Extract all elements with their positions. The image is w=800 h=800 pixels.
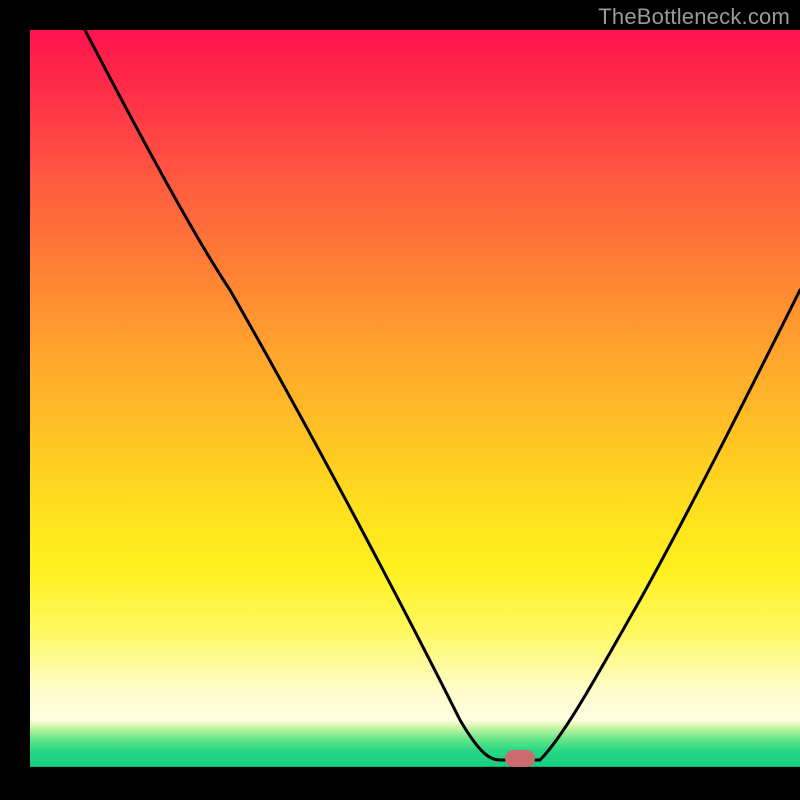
bottleneck-curve [30, 30, 800, 780]
chart-frame: TheBottleneck.com [0, 0, 800, 800]
optimal-marker [505, 750, 535, 767]
curve-right-branch [540, 290, 800, 760]
curve-left-branch [85, 30, 500, 760]
plot-area [30, 30, 800, 780]
attribution-label: TheBottleneck.com [598, 4, 790, 30]
